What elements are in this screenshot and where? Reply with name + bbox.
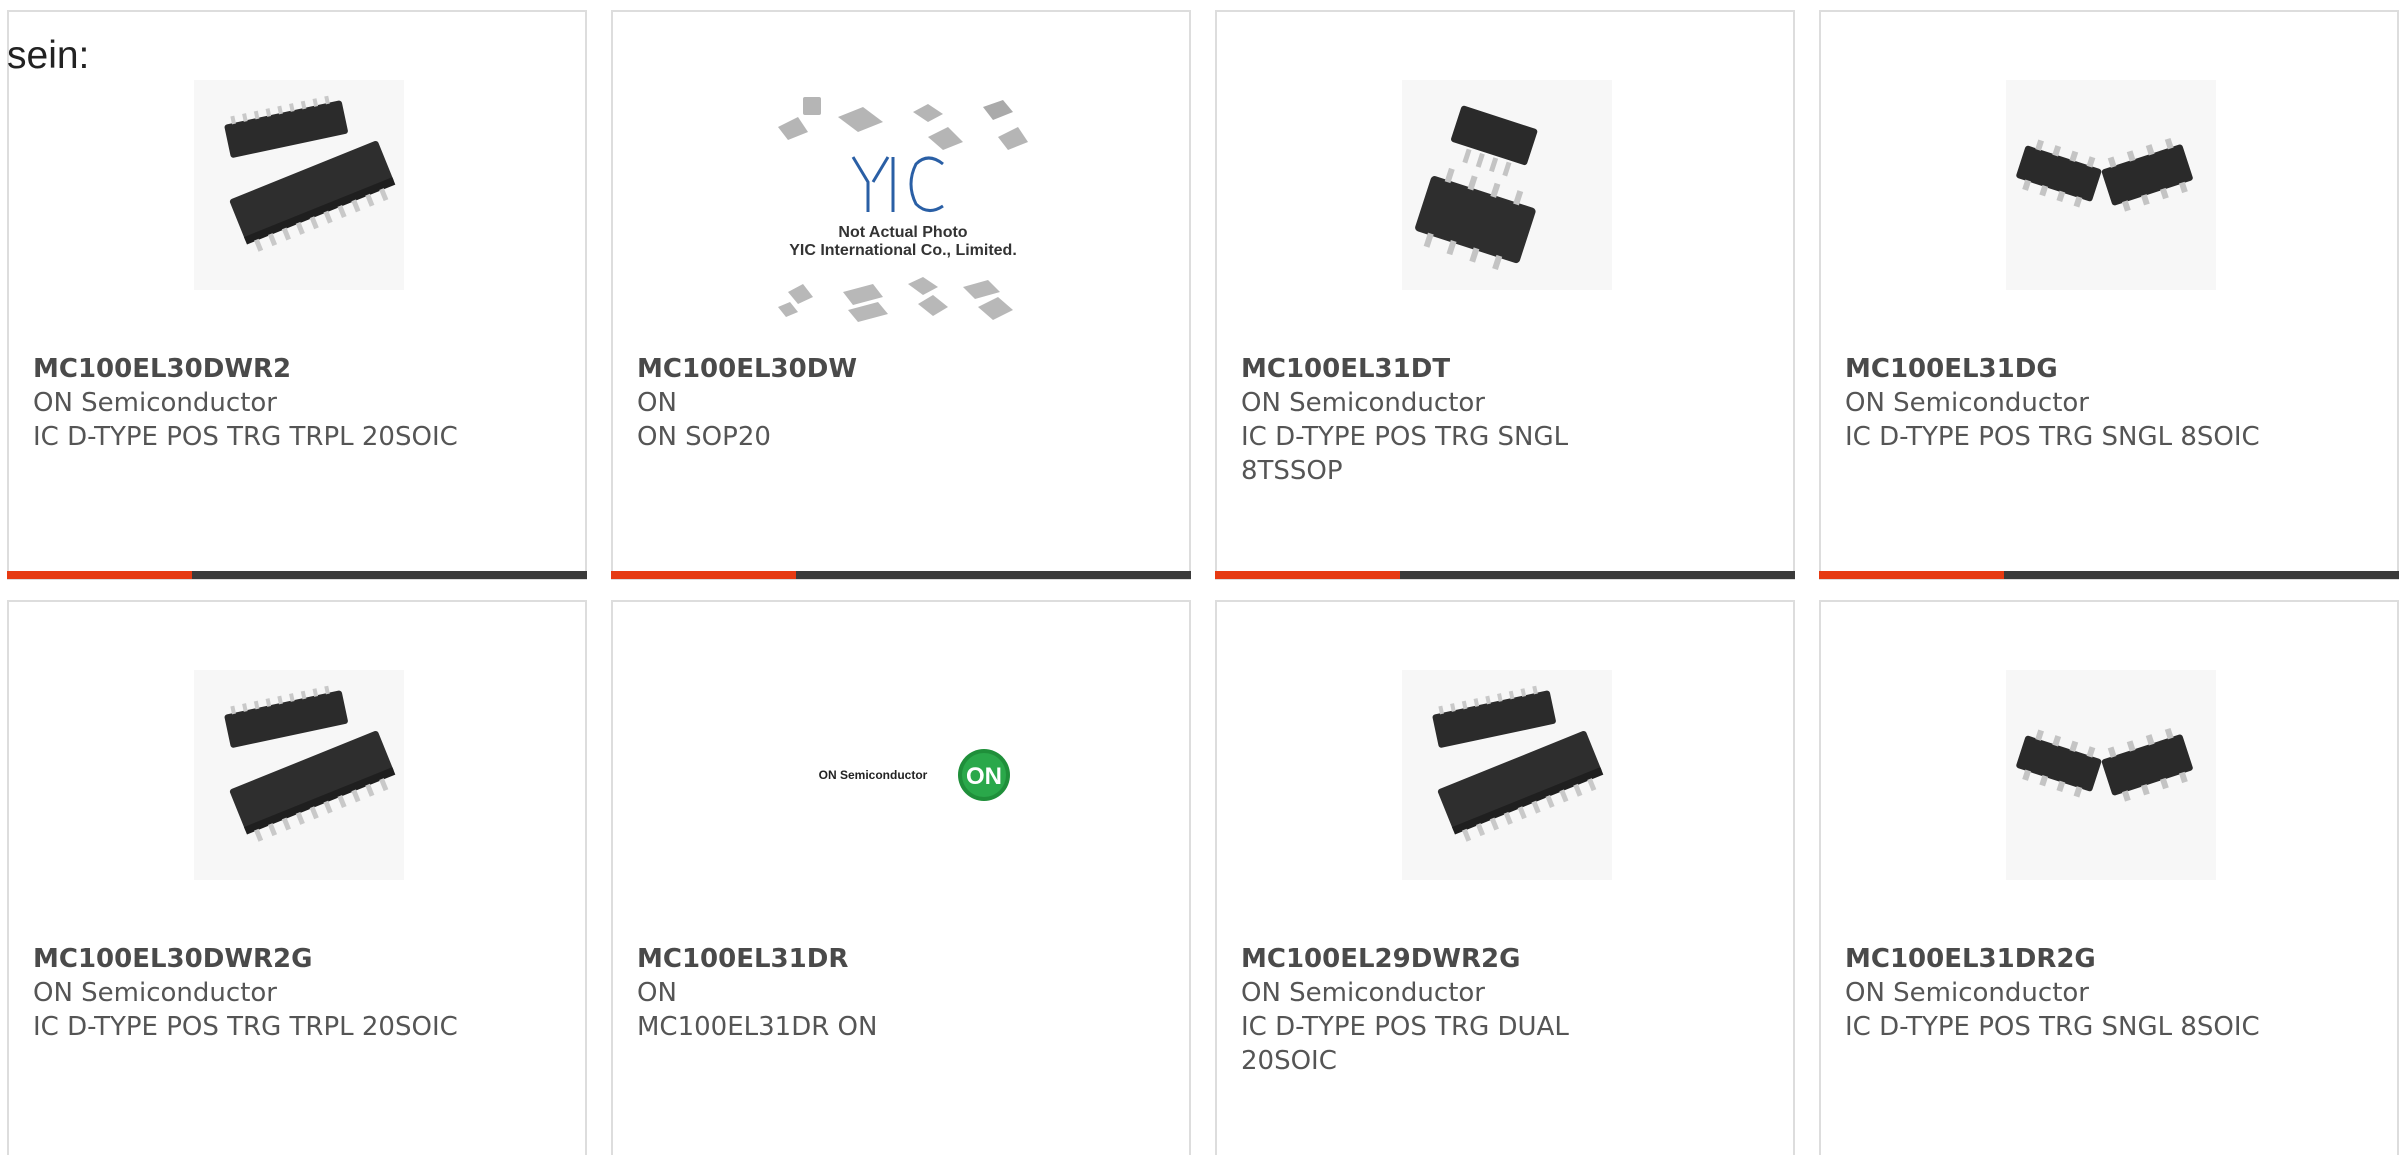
manufacturer: ON Semiconductor [1241,978,1485,1008]
product-image[interactable] [2006,80,2216,290]
on-semiconductor-logo-image: ON Semiconductor ON [819,749,1010,801]
on-badge-text: ON [966,763,1002,790]
product-card[interactable]: ON Semiconductor ON MC100EL31DR ON MC100… [611,600,1191,1155]
card-accent [1819,571,2004,579]
product-image[interactable] [1402,80,1612,290]
product-description: ON SOP20 [637,422,771,452]
product-image[interactable] [194,670,404,880]
product-description: IC D-TYPE POS TRG SNGL 8SOIC [1845,1012,2260,1042]
product-image[interactable] [194,80,404,290]
product-card[interactable]: MC100EL31DT ON Semiconductor IC D-TYPE P… [1215,10,1795,580]
product-image[interactable]: ON Semiconductor ON [773,670,1033,880]
product-description: MC100EL31DR ON [637,1012,878,1042]
card-accent [1215,571,1400,579]
tssop-8-chip-image [1402,80,1612,290]
soic-20-chip-image [194,670,404,880]
placeholder-line1: Not Actual Photo [838,224,967,241]
soic-8-chip-image [2006,670,2216,880]
product-description: IC D-TYPE POS TRG TRPL 20SOIC [33,422,458,452]
product-description: IC D-TYPE POS TRG DUAL 20SOIC [1241,1012,1569,1076]
placeholder-line2: YIC International Co., Limited. [789,242,1017,259]
product-card[interactable]: MC100EL30DWR2 ON Semiconductor IC D-TYPE… [7,10,587,580]
soic-20-chip-image [1402,670,1612,880]
manufacturer: ON Semiconductor [33,978,277,1008]
part-number[interactable]: MC100EL31DG [1845,352,2275,386]
card-bottom-bar [611,571,1191,579]
part-number[interactable]: MC100EL30DW [637,352,1067,386]
manufacturer: ON [637,978,677,1008]
product-card[interactable]: MC100EL30DWR2G ON Semiconductor IC D-TYP… [7,600,587,1155]
product-card[interactable]: MC100EL31DG ON Semiconductor IC D-TYPE P… [1819,10,2399,580]
part-number[interactable]: MC100EL30DWR2G [33,942,463,976]
manufacturer: ON Semiconductor [1845,978,2089,1008]
card-bottom-bar [7,571,587,579]
part-number[interactable]: MC100EL31DR2G [1845,942,2275,976]
soic-8-chip-image [2006,80,2216,290]
card-accent [7,571,192,579]
card-bottom-bar [1215,571,1795,579]
lead-text: sein: [7,34,90,77]
part-number[interactable]: MC100EL30DWR2 [33,352,463,386]
product-description: IC D-TYPE POS TRG SNGL 8SOIC [1845,422,2260,452]
manufacturer: ON Semiconductor [1845,388,2089,418]
product-image[interactable] [2006,670,2216,880]
manufacturer: ON Semiconductor [1241,388,1485,418]
product-grid-page: sein: MC100EL30DWR2 ON Semiconductor IC … [0,0,2400,1155]
part-number[interactable]: MC100EL29DWR2G [1241,942,1671,976]
manufacturer: ON Semiconductor [33,388,277,418]
card-accent [611,571,796,579]
brand-text: ON Semiconductor [819,768,928,782]
product-image[interactable] [1402,670,1612,880]
card-bottom-bar [1819,571,2399,579]
product-description: IC D-TYPE POS TRG TRPL 20SOIC [33,1012,458,1042]
part-number[interactable]: MC100EL31DT [1241,352,1671,386]
product-description: IC D-TYPE POS TRG SNGL 8TSSOP [1241,422,1569,486]
product-card[interactable]: Not Actual Photo YIC International Co., … [611,10,1191,580]
yic-placeholder-image: Not Actual Photo YIC International Co., … [778,97,1028,322]
soic-20-chip-image [194,80,404,290]
product-card[interactable]: MC100EL29DWR2G ON Semiconductor IC D-TYP… [1215,600,1795,1155]
product-image[interactable]: Not Actual Photo YIC International Co., … [768,92,1038,362]
product-card[interactable]: MC100EL31DR2G ON Semiconductor IC D-TYPE… [1819,600,2399,1155]
part-number[interactable]: MC100EL31DR [637,942,1067,976]
manufacturer: ON [637,388,677,418]
